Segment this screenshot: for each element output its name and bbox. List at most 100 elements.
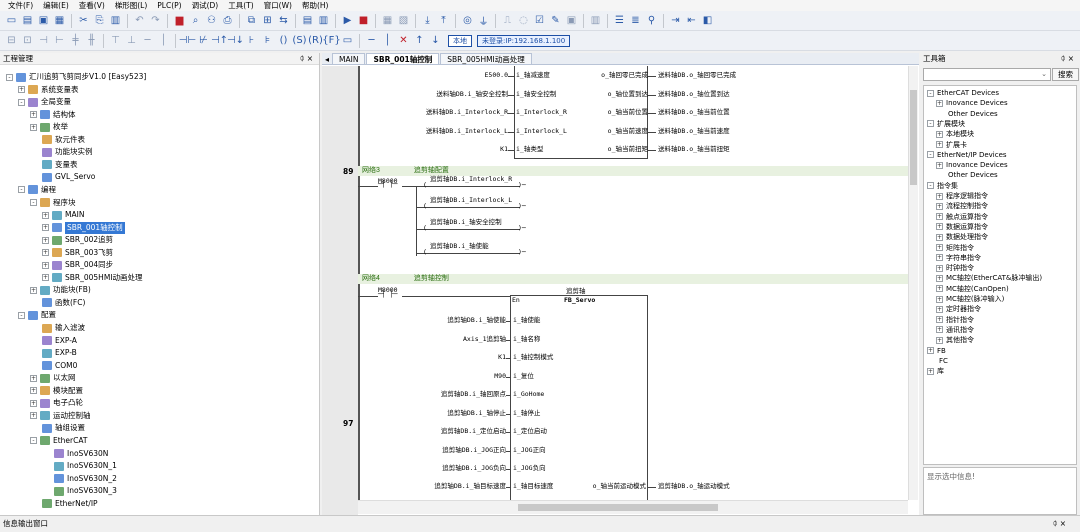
tree-node[interactable]: 轴组设置: [30, 422, 85, 434]
tree-node[interactable]: + 时钟指令: [936, 263, 974, 273]
down-arrow-icon[interactable]: ↓: [428, 33, 443, 48]
ladder-mode2-icon[interactable]: ⊡: [20, 33, 35, 48]
redo-icon[interactable]: ↷: [148, 13, 163, 28]
copy-icon[interactable]: ⎘: [92, 13, 107, 28]
tree-node[interactable]: InoSV630N_1: [42, 460, 117, 472]
expand-toggle-icon[interactable]: +: [936, 305, 943, 313]
coil-icon[interactable]: (): [276, 33, 291, 48]
delete-row-icon[interactable]: ╫: [84, 33, 99, 48]
expand-toggle-icon[interactable]: +: [30, 374, 37, 382]
compare-icon[interactable]: ⇆: [276, 13, 291, 28]
tree-node[interactable]: - 指令集: [927, 181, 958, 191]
delete-line-icon[interactable]: ✕: [396, 33, 411, 48]
tree-node[interactable]: InoSV630N_2: [42, 473, 117, 485]
tree-node[interactable]: - 程序块: [30, 197, 76, 209]
line-icon[interactable]: ─: [364, 33, 379, 48]
expand-toggle-icon[interactable]: +: [42, 211, 49, 219]
expand-toggle-icon[interactable]: -: [30, 437, 37, 445]
expand-toggle-icon[interactable]: +: [936, 336, 943, 344]
expand-toggle-icon[interactable]: +: [30, 111, 37, 119]
run-icon[interactable]: ▶: [340, 13, 355, 28]
toolbox-search-input[interactable]: ⌄: [923, 68, 1051, 81]
tree-node[interactable]: + MC轴控(脉冲输入): [936, 294, 1004, 304]
tree-node[interactable]: - EtherNet/IP Devices: [927, 150, 1007, 160]
monitor-edit-icon[interactable]: ▧: [396, 13, 411, 28]
menu-item[interactable]: 帮助(H): [302, 0, 329, 11]
tree-node[interactable]: + MAIN: [42, 209, 84, 221]
comment-icon[interactable]: ▭: [340, 33, 355, 48]
cut-icon[interactable]: ✂: [76, 13, 91, 28]
tree-node[interactable]: + 字符串指令: [936, 253, 981, 263]
tree-node[interactable]: 软元件表: [30, 134, 85, 146]
expand-toggle-icon[interactable]: +: [936, 130, 943, 138]
expand-toggle-icon[interactable]: -: [18, 311, 25, 319]
tree-node[interactable]: InoSV630N: [42, 448, 108, 460]
disconnect-icon[interactable]: ⏚: [476, 13, 491, 28]
bullet-list-icon[interactable]: ≣: [628, 13, 643, 28]
tree-node[interactable]: + 系统变量表: [18, 84, 79, 96]
tree-node[interactable]: + 模块配置: [30, 385, 83, 397]
tree-node[interactable]: InoSV630N_3: [42, 485, 117, 497]
tree-node[interactable]: + 其他指令: [936, 335, 974, 345]
tree-node[interactable]: + 定时器指令: [936, 304, 981, 314]
tree-node[interactable]: EXP-A: [30, 335, 77, 347]
expand-toggle-icon[interactable]: +: [936, 254, 943, 262]
tree-node[interactable]: - 扩展模块: [927, 119, 965, 129]
compile-all-icon[interactable]: ▥: [316, 13, 331, 28]
tree-node[interactable]: FC: [927, 356, 948, 366]
tree-node[interactable]: + Inovance Devices: [936, 98, 1008, 108]
hline-icon[interactable]: ─: [140, 33, 155, 48]
tree-node[interactable]: + 以太网: [30, 372, 76, 384]
menu-item[interactable]: PLC(P): [157, 0, 181, 11]
tree-node[interactable]: + SBR_002追剪: [42, 234, 113, 246]
insert-row-icon[interactable]: ╪: [68, 33, 83, 48]
window-split-icon[interactable]: ⊞: [260, 13, 275, 28]
tab-main[interactable]: MAIN: [332, 53, 366, 64]
expand-toggle-icon[interactable]: +: [42, 274, 49, 282]
tree-node[interactable]: + FB: [927, 346, 946, 356]
tree-node[interactable]: EXP-B: [30, 347, 77, 359]
tree-node[interactable]: 输入滤波: [30, 322, 85, 334]
expand-toggle-icon[interactable]: +: [30, 412, 37, 420]
undo-icon[interactable]: ↶: [132, 13, 147, 28]
tree-node[interactable]: - 配置: [18, 309, 56, 321]
vertical-line-icon[interactable]: │: [380, 33, 395, 48]
tree-node[interactable]: - 汇川追剪飞剪同步V1.0 [Easy523]: [6, 71, 146, 83]
expand-toggle-icon[interactable]: +: [18, 86, 25, 94]
network-icon[interactable]: ⚇: [204, 13, 219, 28]
target-icon[interactable]: ◎: [460, 13, 475, 28]
tree-node[interactable]: + SBR_003飞剪: [42, 247, 113, 259]
tree-node[interactable]: + 矩阵指令: [936, 243, 974, 253]
user-icon[interactable]: ⚲: [644, 13, 659, 28]
tree-node[interactable]: 函数(FC): [30, 297, 85, 309]
tree-node[interactable]: - EtherCAT Devices: [927, 88, 999, 98]
expand-toggle-icon[interactable]: -: [6, 73, 13, 81]
expand-toggle-icon[interactable]: +: [927, 347, 934, 354]
tree-node[interactable]: + 本地模块: [936, 129, 974, 139]
scrollbar-thumb[interactable]: [518, 504, 718, 511]
stop-icon[interactable]: ■: [356, 13, 371, 28]
tree-node[interactable]: Other Devices: [936, 170, 998, 180]
expand-toggle-icon[interactable]: +: [936, 316, 943, 324]
save-icon[interactable]: ▣: [36, 13, 51, 28]
list-icon[interactable]: ☰: [612, 13, 627, 28]
expand-toggle-icon[interactable]: -: [927, 89, 934, 97]
open-folder-icon[interactable]: ▤: [20, 13, 35, 28]
edit-check-icon[interactable]: ☑: [532, 13, 547, 28]
new-file-icon[interactable]: ▭: [4, 13, 19, 28]
tree-node[interactable]: 变量表: [30, 159, 78, 171]
tab-sbr001[interactable]: SBR_001轴控制: [366, 53, 440, 64]
tree-node[interactable]: + 库: [927, 366, 944, 376]
tree-node[interactable]: + 数据处理指令: [936, 232, 988, 242]
toolbox-search-button[interactable]: 搜索: [1052, 68, 1079, 81]
tree-node[interactable]: COM0: [30, 360, 77, 372]
paste-icon[interactable]: ▥: [108, 13, 123, 28]
tree-node[interactable]: + 程序逻辑指令: [936, 191, 988, 201]
tree-node[interactable]: + SBR_004同步: [42, 259, 113, 271]
expand-toggle-icon[interactable]: +: [42, 261, 49, 269]
variable-icon[interactable]: ◌: [516, 13, 531, 28]
tree-node[interactable]: - 全局变量: [18, 96, 71, 108]
menu-item[interactable]: 梯形图(L): [115, 0, 148, 11]
watch-icon[interactable]: ▣: [564, 13, 579, 28]
expand-toggle-icon[interactable]: +: [936, 161, 943, 169]
